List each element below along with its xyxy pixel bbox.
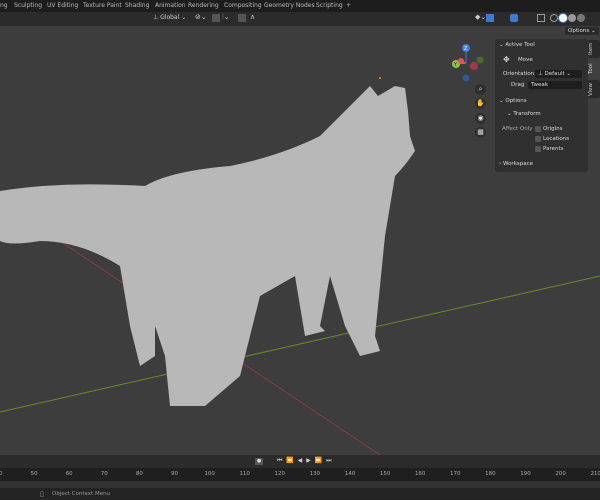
timeline-tick: 210 [590,471,600,477]
timeline-tick: 80 [135,471,143,477]
timeline-tick: 70 [100,471,108,477]
timeline-tick: 150 [379,471,391,477]
wolf-model [0,86,415,406]
svg-text:Z: Z [464,46,468,52]
timeline-tick: 50 [30,471,38,477]
orientation-label: Global [160,14,180,21]
camera-icon[interactable]: ◉ [475,113,486,124]
status-text: Object Context Menu [52,491,111,497]
active-tool-title: Active Tool [505,42,535,48]
orientation-field[interactable]: ⊥ Default ⌄ [535,70,582,78]
material-shading-icon[interactable] [568,14,576,22]
proportional-edit-icon[interactable] [238,14,246,22]
navigation-gizmo[interactable]: Z Y [446,42,486,82]
timeline-controls: ● ⏮ ⏪ ◀ ▶ ⏩ ⏭ [0,455,600,468]
mouse-icon: ▯ [40,490,44,498]
tab-sculpting[interactable]: Sculpting [14,2,42,9]
options-dropdown[interactable]: Options ⌄ [565,27,599,35]
workspace-tabs-bar: ng Sculpting UV Editing Texture Paint Sh… [0,0,600,12]
timeline-tick: 130 [309,471,321,477]
sidebar-tab-tool[interactable]: Tool [588,60,600,78]
timeline-ruler[interactable]: 40 50 60 70 80 90 100 110 120 130 140 150 160 170 180 1… [0,468,600,481]
record-button[interactable]: ● [255,458,263,465]
drag-field[interactable]: Tweak [528,81,582,89]
origins-checkbox[interactable] [535,126,541,132]
zoom-icon[interactable]: ⌕ [475,84,486,95]
timeline-tick: 160 [414,471,426,477]
visibility-icon[interactable]: ◆⌄ [475,13,486,21]
orientation-label: Orientation [503,71,535,77]
gizmo-toggle-icon[interactable] [486,14,494,22]
locations-label: Locations [543,136,570,142]
parents-label: Parents [543,146,564,152]
sidebar-tab-item[interactable]: Item [588,40,600,58]
timeline-strip[interactable] [0,481,600,488]
timeline-tick: 110 [239,471,250,477]
tab-texture-paint[interactable]: Texture Paint [83,2,122,9]
sidebar-tab-view[interactable]: View [588,80,600,98]
move-tool-icon: ✥ [503,55,510,64]
active-tool-header[interactable]: ⌄ Active Tool [499,42,535,48]
timeline-tick: 100 [204,471,215,477]
timeline-tick: 180 [485,471,496,477]
options-header[interactable]: ⌄ Options [499,98,527,104]
xray-icon[interactable] [537,14,545,22]
add-workspace-button[interactable]: + [346,2,351,9]
solid-shading-icon[interactable] [559,14,567,22]
falloff-icon[interactable]: ∧ [250,13,255,21]
drag-label: Drag [511,82,525,88]
tab-rendering[interactable]: Rendering [188,2,219,9]
timeline-tick: 190 [520,471,531,477]
tab-layout[interactable]: ng [0,2,8,9]
pivot-icon[interactable]: ⊘⌄ [195,13,207,21]
workspace-header[interactable]: › Workspace [499,161,533,167]
drag-value: Tweak [531,82,548,88]
tab-geometry-nodes[interactable]: Geometry Nodes [264,2,315,9]
timeline-tick: 120 [274,471,286,477]
tab-shading[interactable]: Shading [125,2,149,9]
overlay-toggle-icon[interactable] [510,14,518,22]
options-label: Options [568,28,590,34]
tab-animation[interactable]: Animation [155,2,186,9]
timeline-tick: 40 [0,471,3,477]
tab-compositing[interactable]: Compositing [224,2,262,9]
viewport-header: ⊥ Global ⌄ ⊘⌄ ⫶⌄ ∧ ◆⌄ [0,12,600,26]
snap-target-icon[interactable]: ⫶⌄ [222,13,230,22]
affect-only-label: Affect Only [502,126,533,132]
timeline-tick: 60 [65,471,73,477]
sidebar-tool-panel: ⌄ Active Tool ✥ Move Orientation ⊥ Defau… [495,39,588,172]
timeline-tick: 90 [171,471,178,477]
parents-checkbox[interactable] [535,146,541,152]
origins-label: Origins [543,126,563,132]
tab-uv-editing[interactable]: UV Editing [47,2,78,9]
status-bar: ▯ Object Context Menu [0,488,600,500]
wireframe-shading-icon[interactable] [550,14,558,22]
rendered-shading-icon[interactable] [577,14,585,22]
timeline-tick: 170 [450,471,461,477]
tab-scripting[interactable]: Scripting [316,2,343,9]
locations-checkbox[interactable] [535,136,541,142]
grid-perspective-icon[interactable]: ▦ [475,127,486,138]
transform-title: Transform [513,111,541,117]
timeline-tick: 140 [344,471,356,477]
options-title: Options [505,98,527,104]
orientation-dropdown[interactable]: ⊥ Global ⌄ [153,14,186,21]
pan-hand-icon[interactable]: ✋ [475,98,486,109]
transform-header[interactable]: ⌄ Transform [507,111,541,117]
tool-name: Move [518,57,533,63]
playback-buttons[interactable]: ⏮ ⏪ ◀ ▶ ⏩ ⏭ [277,457,333,465]
workspace-title: Workspace [502,161,534,167]
timeline-tick: 200 [555,471,566,477]
snap-icon[interactable] [212,14,220,22]
orientation-value: Default [544,71,565,77]
